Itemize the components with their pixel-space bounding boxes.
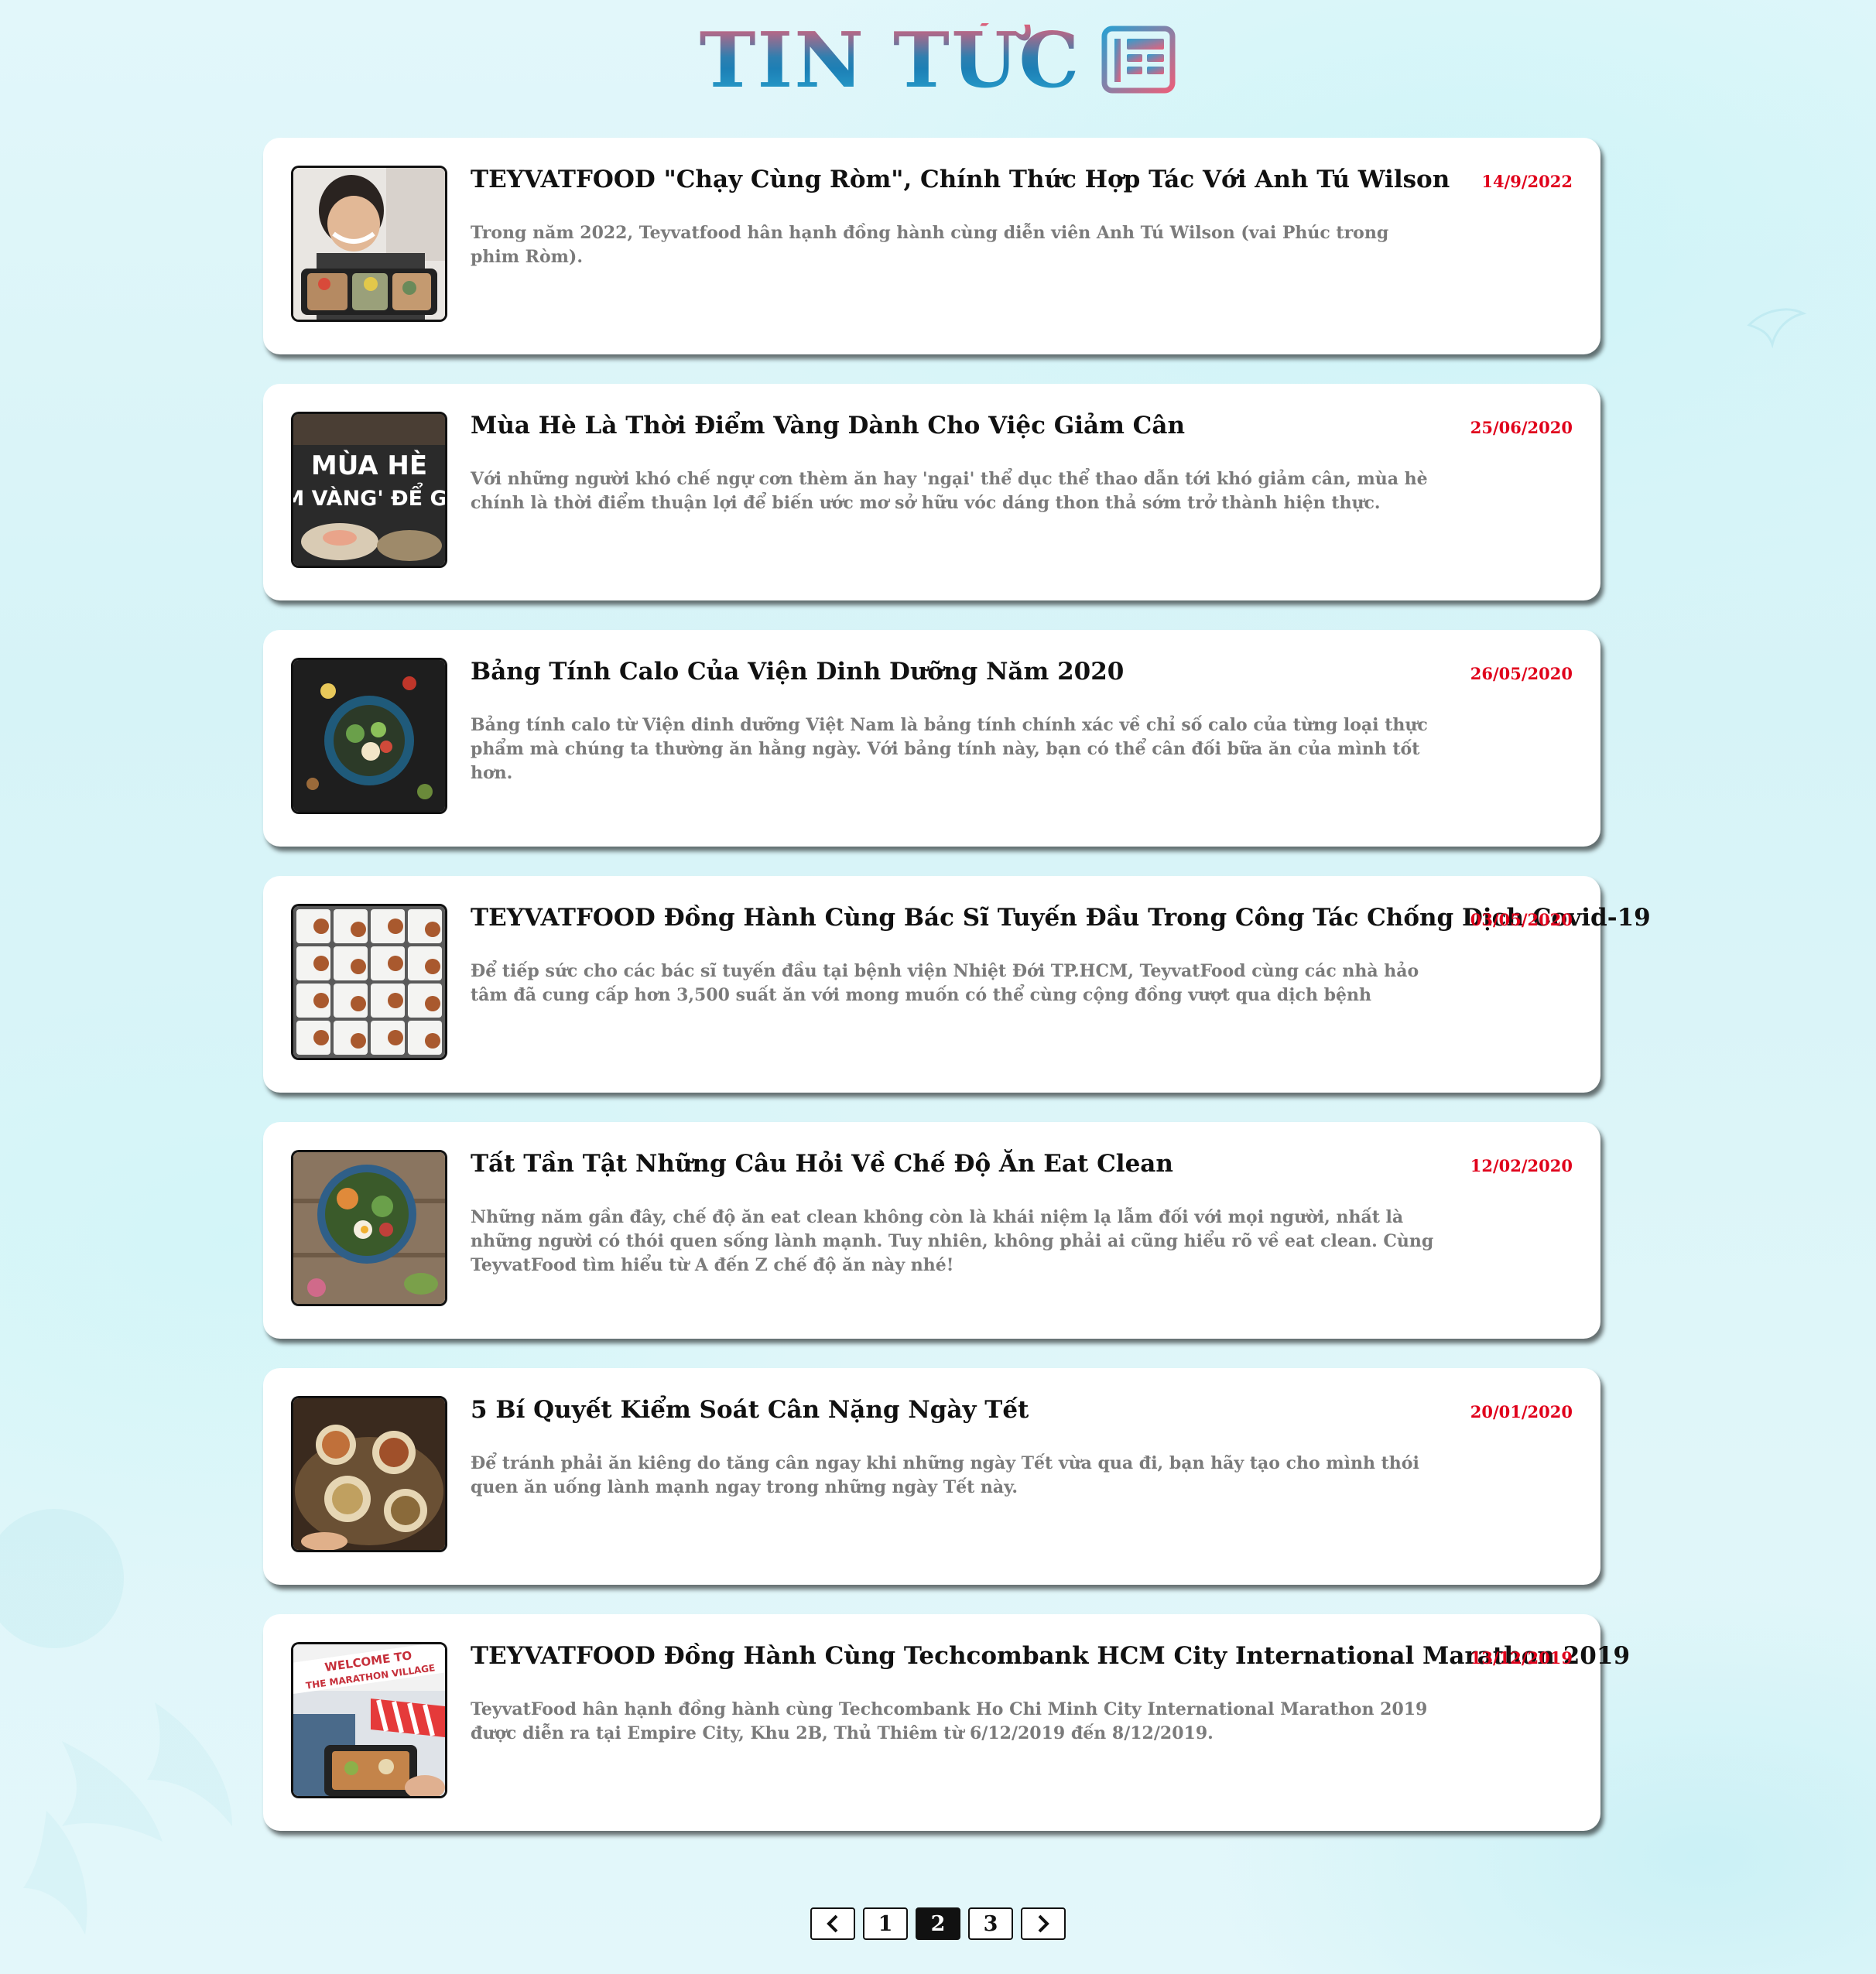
news-list: TEYVATFOOD "Chạy Cùng Ròm", Chính Thức H… (263, 138, 1651, 1860)
news-thumbnail[interactable] (291, 1396, 447, 1552)
news-title[interactable]: 5 Bí Quyết Kiểm Soát Cân Nặng Ngày Tết (471, 1396, 1477, 1425)
news-description: Bảng tính calo từ Viện dinh dưỡng Việt N… (471, 715, 1428, 783)
news-thumbnail[interactable] (291, 1150, 447, 1306)
news-date: 25/06/2020 (1470, 418, 1573, 437)
news-description: Những năm gần đây, chế độ ăn eat clean k… (471, 1207, 1434, 1275)
pagination: 1 2 3 (0, 1907, 1876, 1940)
news-date: 20/01/2020 (1470, 1402, 1573, 1421)
news-card[interactable]: TEYVATFOOD "Chạy Cùng Ròm", Chính Thức H… (263, 138, 1600, 354)
news-card[interactable]: MÙA HÈ M VÀNG' ĐỂ GI Mùa Hè Là Thời Điểm… (263, 384, 1600, 600)
news-thumbnail[interactable] (291, 658, 447, 814)
page-button-1[interactable]: 1 (863, 1907, 908, 1940)
news-thumbnail[interactable]: WELCOME TO THE MARATHON VILLAGE (291, 1642, 447, 1798)
chevron-left-icon (827, 1914, 838, 1933)
news-card[interactable]: WELCOME TO THE MARATHON VILLAGE TEYVATFO… (263, 1614, 1630, 1831)
news-thumbnail[interactable] (291, 166, 447, 322)
news-date: 14/9/2022 (1481, 172, 1573, 191)
next-page-button[interactable] (1021, 1907, 1066, 1940)
news-description: Để tiếp sức cho các bác sĩ tuyến đầu tại… (471, 961, 1419, 1005)
news-thumbnail[interactable] (291, 904, 447, 1060)
news-card[interactable]: Tất Tần Tật Những Câu Hỏi Về Chế Độ Ăn E… (263, 1122, 1600, 1339)
news-card[interactable]: Bảng Tính Calo Của Viện Dinh Dưỡng Năm 2… (263, 630, 1600, 847)
news-description: TeyvatFood hân hạnh đồng hành cùng Techc… (471, 1699, 1428, 1743)
news-description: Để tránh phải ăn kiêng do tăng cân ngay … (471, 1453, 1419, 1497)
news-date: 03/05/2020 (1470, 910, 1573, 929)
news-card[interactable]: TEYVATFOOD Đồng Hành Cùng Bác Sĩ Tuyến Đ… (263, 876, 1651, 1093)
prev-page-button[interactable] (810, 1907, 855, 1940)
news-date: 12/02/2020 (1470, 1156, 1573, 1175)
news-thumbnail[interactable]: MÙA HÈ M VÀNG' ĐỂ GI (291, 412, 447, 568)
news-title[interactable]: TEYVATFOOD "Chạy Cùng Ròm", Chính Thức H… (471, 166, 1477, 194)
page-button-2[interactable]: 2 (916, 1907, 960, 1940)
news-icon (1101, 25, 1176, 98)
news-date: 13/12/2019 (1470, 1648, 1573, 1668)
news-description: Với những người khó chế ngự cơn thèm ăn … (471, 469, 1428, 513)
news-title[interactable]: TEYVATFOOD Đồng Hành Cùng Bác Sĩ Tuyến Đ… (471, 904, 1651, 932)
thumbnail-caption: M VÀNG' ĐỂ GI (293, 482, 445, 511)
chevron-right-icon (1038, 1914, 1049, 1933)
news-title[interactable]: TEYVATFOOD Đồng Hành Cùng Techcombank HC… (471, 1642, 1630, 1671)
news-title[interactable]: Tất Tần Tật Những Câu Hỏi Về Chế Độ Ăn E… (471, 1150, 1477, 1179)
page-title: TIN TỨC (699, 16, 1081, 105)
page-button-3[interactable]: 3 (968, 1907, 1013, 1940)
news-title[interactable]: Bảng Tính Calo Của Viện Dinh Dưỡng Năm 2… (471, 658, 1477, 686)
thumbnail-caption: MÙA HÈ (311, 450, 427, 481)
news-description: Trong năm 2022, Teyvatfood hân hạnh đồng… (471, 223, 1389, 267)
news-date: 26/05/2020 (1470, 664, 1573, 683)
news-title[interactable]: Mùa Hè Là Thời Điểm Vàng Dành Cho Việc G… (471, 412, 1477, 440)
page-header: TIN TỨC (0, 19, 1876, 104)
news-card[interactable]: 5 Bí Quyết Kiểm Soát Cân Nặng Ngày Tết 2… (263, 1368, 1600, 1585)
